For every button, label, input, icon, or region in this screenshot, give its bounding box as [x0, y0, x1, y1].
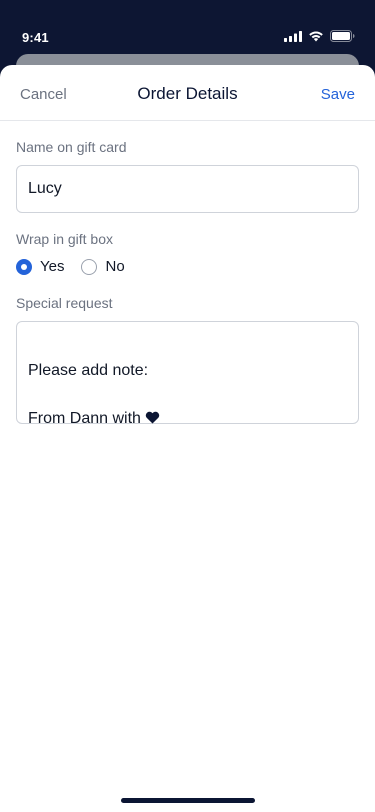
special-request-line-2-text: From Dann with	[28, 410, 141, 427]
special-request-textarea[interactable]: Please add note: From Dann with	[16, 321, 359, 427]
special-request-line-1: Please add note:	[28, 362, 149, 379]
heart-icon	[146, 411, 160, 424]
signal-icon	[284, 30, 302, 42]
radio-label-no: No	[105, 258, 125, 275]
save-button[interactable]: Save	[321, 86, 355, 103]
battery-icon	[330, 30, 355, 42]
page-title: Order Details	[137, 84, 238, 103]
gift-card-name-label: Name on gift card	[16, 139, 127, 155]
gift-box-radio-group: Yes No	[16, 258, 142, 275]
status-bar: 9:41	[0, 0, 375, 56]
status-time: 9:41	[22, 30, 49, 45]
special-request-line-2: From Dann with	[28, 407, 347, 431]
gift-box-no-radio[interactable]: No	[81, 258, 125, 275]
gift-card-name-input[interactable]: Lucy	[16, 165, 359, 213]
radio-unchecked-icon	[81, 258, 98, 275]
home-indicator	[121, 798, 255, 803]
navigation-bar: Cancel Order Details Save	[0, 65, 375, 121]
status-icons	[284, 30, 355, 42]
gift-box-label: Wrap in gift box	[16, 231, 114, 247]
radio-label-yes: Yes	[40, 258, 65, 275]
radio-checked-icon	[16, 258, 32, 275]
wifi-icon	[309, 31, 323, 42]
gift-box-yes-radio[interactable]: Yes	[16, 258, 64, 275]
special-request-label: Special request	[16, 295, 113, 311]
order-details-sheet: Cancel Order Details Save Name on gift c…	[0, 65, 375, 812]
